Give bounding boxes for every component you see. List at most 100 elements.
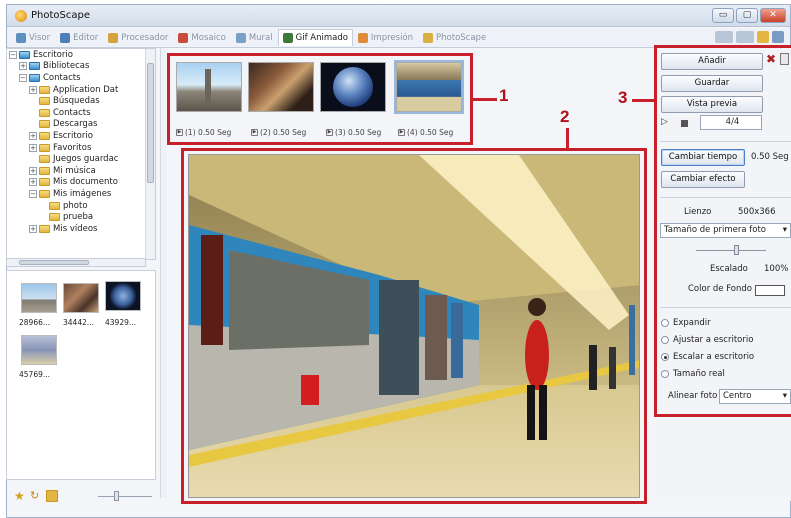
tree-vertical-scrollbar[interactable] [145,49,155,259]
tab-mural[interactable]: Mural [231,29,278,46]
expand-icon[interactable]: + [29,85,37,94]
file-thumbnail[interactable] [105,281,141,311]
folder-icon [39,143,50,152]
tab-icon [108,32,119,43]
folder-tree[interactable]: − Escritorio + Bibliotecas − Contacts + Applica… [6,48,156,260]
tab-label: PhotoScape [436,32,487,43]
tree-item-label: Mis imágenes [53,188,112,199]
tree-item[interactable]: + Favoritos [7,142,155,154]
tree-item[interactable]: + Mis vídeos [7,223,155,235]
folder-icon [39,120,50,129]
expand-icon[interactable]: + [29,166,37,175]
tab-editor[interactable]: Editor [55,29,103,46]
layout-icon[interactable] [715,31,733,43]
tab-gif-animado[interactable]: Gif Animado [277,29,353,46]
export-icon[interactable] [772,31,784,43]
tab-visor[interactable]: Visor [11,29,55,46]
minimize-button[interactable]: ▭ [712,8,734,23]
annotation-line-1 [473,98,497,101]
tab-label: Mosaico [191,32,226,43]
annotation-box-2 [181,148,647,504]
tab-label: Procesador [121,32,169,43]
tree-item-label: Favoritos [53,142,92,153]
close-button[interactable]: ✕ [760,8,786,23]
folder-icon [19,50,30,59]
tree-item-label: Juegos guardac [53,154,119,165]
folder-icon [39,178,50,187]
tab-label: Editor [73,32,99,43]
tree-item-label: photo [63,200,88,211]
tree-item-label: Búsquedas [53,96,100,107]
tree-item-label: Escritorio [53,130,93,141]
folder-icon [29,73,40,82]
expand-icon[interactable]: + [29,143,37,152]
tree-item[interactable]: Búsquedas [7,95,155,107]
scroll-thumb[interactable] [147,63,154,183]
tree-item[interactable]: + Bibliotecas [7,61,155,73]
settings-icon[interactable] [736,31,754,43]
annotation-number-2: 2 [560,107,570,126]
tab-procesador[interactable]: Procesador [103,29,173,46]
tree-item[interactable]: + Escritorio [7,130,155,142]
expand-icon[interactable]: + [29,224,37,233]
folder-icon [49,201,60,210]
tab-label: Visor [29,32,51,43]
expand-icon[interactable]: + [19,62,27,71]
folder-icon [39,224,50,233]
tree-item-label: Mis vídeos [53,223,98,234]
expand-icon[interactable]: + [29,178,37,187]
tree-item-label: Mis documento [53,177,118,188]
tab-mosaico[interactable]: Mosaico [173,29,230,46]
tree-item[interactable]: photo [7,200,155,212]
tree-item[interactable]: − Contacts [7,72,155,84]
tree-item[interactable]: Contacts [7,107,155,119]
file-name: 28966... [19,318,51,327]
annotation-line-2 [566,128,569,148]
tab-icon [282,33,293,43]
rotate-icon[interactable]: ↻ [30,490,42,502]
tab-impresión[interactable]: Impresión [353,29,418,46]
bottom-toolbar: ★ ↻ [14,490,58,502]
tree-item[interactable]: + Mis documento [7,177,155,189]
collapse-icon[interactable]: − [9,50,17,59]
annotation-box-3 [654,45,791,417]
expand-icon [39,213,47,221]
tab-label: Impresión [370,32,414,43]
expand-icon [29,155,37,163]
folder-icon[interactable] [757,31,769,43]
pane-splitter[interactable] [160,48,166,498]
window-title: PhotoScape [31,10,90,21]
tab-icon [423,32,434,43]
file-thumbnail[interactable] [21,335,57,365]
open-folder-icon[interactable] [46,490,58,502]
star-icon[interactable]: ★ [14,490,26,502]
folder-icon [49,213,60,222]
tree-item[interactable]: + Application Dat [7,84,155,96]
expand-icon[interactable]: + [29,131,37,140]
tree-horizontal-scrollbar[interactable] [6,258,146,267]
annotation-line-3 [632,99,654,102]
tree-item[interactable]: − Escritorio [7,49,155,61]
tree-item[interactable]: Juegos guardac [7,153,155,165]
tree-item[interactable]: prueba [7,211,155,223]
folder-icon [39,131,50,140]
scroll-thumb[interactable] [19,260,89,265]
thumbnail-size-slider[interactable] [98,491,152,501]
file-thumbnail[interactable] [21,283,57,313]
maximize-button[interactable]: ▢ [736,8,758,23]
collapse-icon[interactable]: − [29,189,37,198]
slider-knob[interactable] [114,491,119,501]
expand-icon [29,109,37,117]
tree-item[interactable]: + Mi música [7,165,155,177]
tree-item[interactable]: Descargas [7,119,155,131]
annotation-number-3: 3 [618,88,628,107]
tab-icon [16,32,26,43]
file-thumbnail[interactable] [63,283,99,313]
toolbar-right-icons [715,31,784,43]
tree-item[interactable]: − Mis imágenes [7,188,155,200]
collapse-icon[interactable]: − [19,73,27,82]
tree-item-label: Bibliotecas [43,61,90,72]
title-bar: PhotoScape ▭ ▢ ✕ [7,5,790,27]
tab-photoscape[interactable]: PhotoScape [418,29,491,46]
folder-icon [39,166,50,175]
